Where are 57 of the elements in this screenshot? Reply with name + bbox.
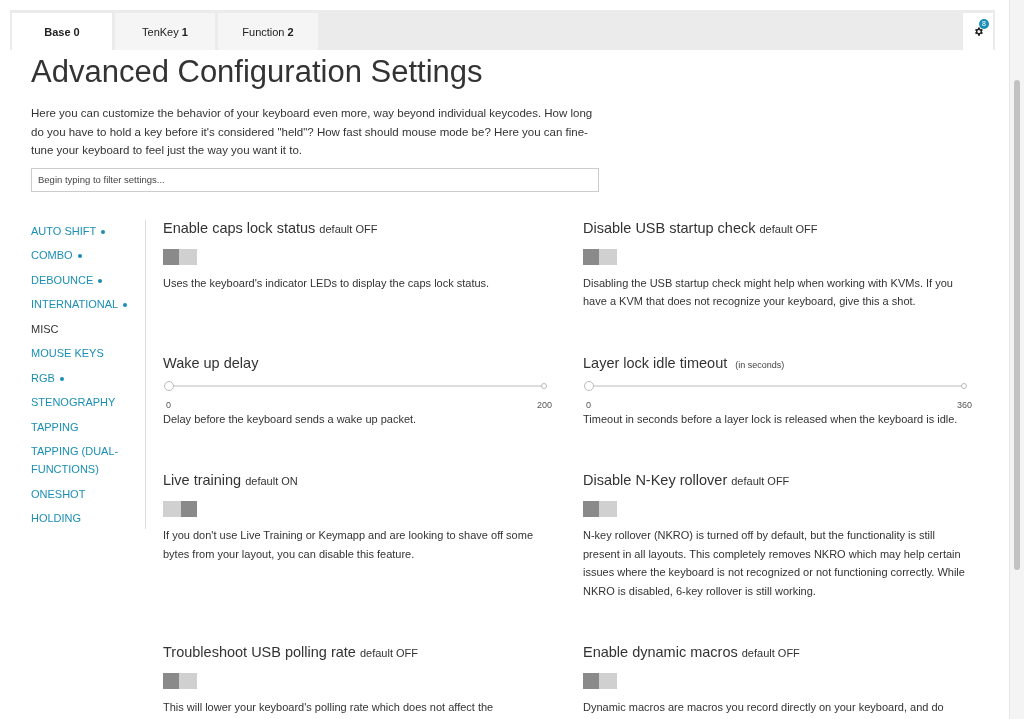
setting-title: Troubleshoot USB polling rate: [163, 644, 356, 660]
category-link[interactable]: INTERNATIONAL: [31, 295, 145, 313]
category-link[interactable]: TAPPING (DUAL-FUNCTIONS): [31, 442, 145, 478]
toggle-switch[interactable]: [163, 248, 197, 265]
setting-title: Layer lock idle timeout: [583, 354, 728, 371]
setting-description: Delay before the keyboard sends a wake up packet.: [163, 411, 418, 427]
intro-text: Here you can customize the behavior of your keyboard even more, way beyond individual keycodes. How long do you have to hold a key before it's considered "held"? How fast should mouse mode be? Here you can fine-tune your keyboard to feel just the way you want it to.: [31, 106, 594, 158]
unit-note: (in seconds): [735, 359, 785, 370]
toggle-switch[interactable]: [583, 248, 617, 265]
settings-icon: [972, 26, 984, 37]
setting-title: Wake up delay: [163, 354, 259, 371]
setting-title: Live training: [163, 472, 242, 488]
slider-max: 360: [956, 399, 972, 410]
category-link[interactable]: MISC: [31, 319, 145, 338]
setting-description: Timeout in seconds before a layer lock is released when the keyboard is idle.: [583, 411, 959, 427]
layer-tab[interactable]: Base 0: [12, 13, 112, 50]
scrollbar[interactable]: [1009, 0, 1024, 719]
setting-description: Dynamic macros are macros you record directly on your keyboard, and do: [583, 700, 945, 715]
slider-thumb[interactable]: [164, 380, 174, 391]
filter-field[interactable]: Begin typing to filter settings...: [31, 167, 599, 192]
setting-title: Disable USB startup check: [583, 219, 756, 236]
default-note: default OFF: [741, 647, 800, 659]
toggle-switch[interactable]: [163, 673, 197, 689]
default-note: default OFF: [759, 222, 818, 235]
slider[interactable]: [163, 379, 549, 392]
category-link[interactable]: STENOGRAPHY: [31, 393, 145, 411]
category-link[interactable]: COMBO: [31, 246, 145, 264]
slider-max: 200: [536, 399, 552, 410]
setting-title: Enable caps lock status: [163, 219, 316, 236]
slider-min: 0: [586, 399, 591, 410]
default-note: default OFF: [319, 222, 378, 235]
category-link[interactable]: RGB: [31, 368, 145, 387]
default-note: default OFF: [359, 647, 418, 659]
category-link[interactable]: MOUSE KEYS: [31, 344, 145, 362]
toggle-switch[interactable]: [583, 501, 617, 517]
setting-description: Disabling the USB startup check might help when working with KVMs. If you have a KVM that does not recognize your keyboard, give this a shot.: [583, 275, 954, 309]
category-link[interactable]: DEBOUNCE: [31, 270, 145, 289]
setting-description: Uses the keyboard's indicator LEDs to display the caps lock status.: [163, 275, 491, 291]
category-link[interactable]: HOLDING: [31, 509, 145, 527]
toggle-switch[interactable]: [163, 501, 197, 517]
setting-title: Enable dynamic macros: [583, 644, 738, 660]
setting-description: This will lower your keyboard's polling rate which does not affect the: [163, 700, 495, 715]
slider-min: 0: [166, 399, 171, 410]
layer-tab[interactable]: Function 2: [218, 13, 318, 50]
slider[interactable]: [583, 379, 969, 392]
page-title: Advanced Configuration Settings: [31, 54, 484, 90]
default-note: default ON: [245, 475, 298, 487]
default-note: default OFF: [731, 475, 790, 487]
toggle-switch[interactable]: [583, 673, 617, 689]
layer-tab[interactable]: TenKey 1: [115, 13, 215, 50]
category-link[interactable]: AUTO SHIFT: [31, 221, 145, 240]
category-link[interactable]: TAPPING: [31, 417, 145, 436]
setting-description: If you don't use Live Training or Keymapp and are looking to shave off some bytes from your layout, you can disable this feature.: [163, 528, 534, 562]
setting-description: N-key rollover (NKRO) is turned off by default, but the functionality is still present in all layouts. This completely removes NKRO which may help certain issues where the keyboard is not recognized or not functioning correctly. While NKRO is disabled, 6-key rollover is still working.: [583, 528, 966, 599]
category-link[interactable]: ONESHOT: [31, 484, 145, 503]
slider-thumb[interactable]: [584, 380, 594, 391]
setting-title: Disable N-Key rollover: [583, 472, 728, 488]
